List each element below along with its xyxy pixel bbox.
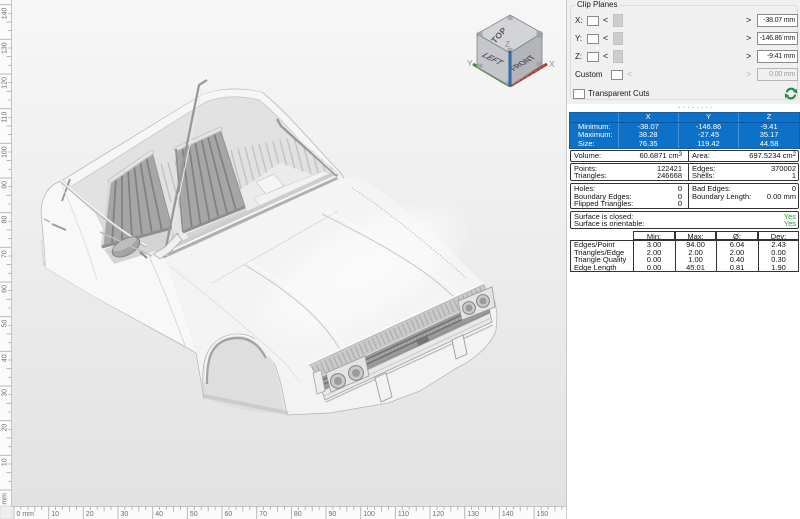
svg-text:140: 140 [502,511,514,518]
svg-text:10: 10 [51,511,59,518]
svg-text:150: 150 [537,511,549,518]
svg-text:50: 50 [190,511,198,518]
svg-text:20: 20 [86,511,94,518]
svg-text:70: 70 [259,511,267,518]
svg-text:10: 10 [2,458,9,466]
svg-text:100: 100 [2,146,9,158]
svg-text:90: 90 [2,181,9,189]
svg-text:90: 90 [329,511,337,518]
svg-text:130: 130 [2,42,9,54]
svg-text:140: 140 [2,8,9,20]
svg-text:110: 110 [398,511,409,518]
svg-text:Y: Y [467,58,473,68]
svg-text:0 mm: 0 mm [17,511,35,518]
svg-text:40: 40 [155,511,163,518]
svg-text:X: X [549,59,555,69]
svg-text:20: 20 [2,424,9,432]
svg-text:110: 110 [2,112,9,123]
svg-text:130: 130 [467,511,479,518]
svg-text:30: 30 [2,389,9,397]
svg-text:Z: Z [505,39,510,49]
svg-text:50: 50 [2,320,9,328]
svg-text:30: 30 [121,511,129,518]
svg-text:120: 120 [2,77,9,89]
svg-text:80: 80 [294,511,302,518]
svg-text:40: 40 [2,354,9,362]
svg-text:80: 80 [2,216,9,224]
svg-text:70: 70 [2,250,9,258]
svg-text:60: 60 [2,285,9,293]
svg-text:120: 120 [433,511,445,518]
svg-text:60: 60 [225,511,233,518]
svg-text:100: 100 [363,511,375,518]
